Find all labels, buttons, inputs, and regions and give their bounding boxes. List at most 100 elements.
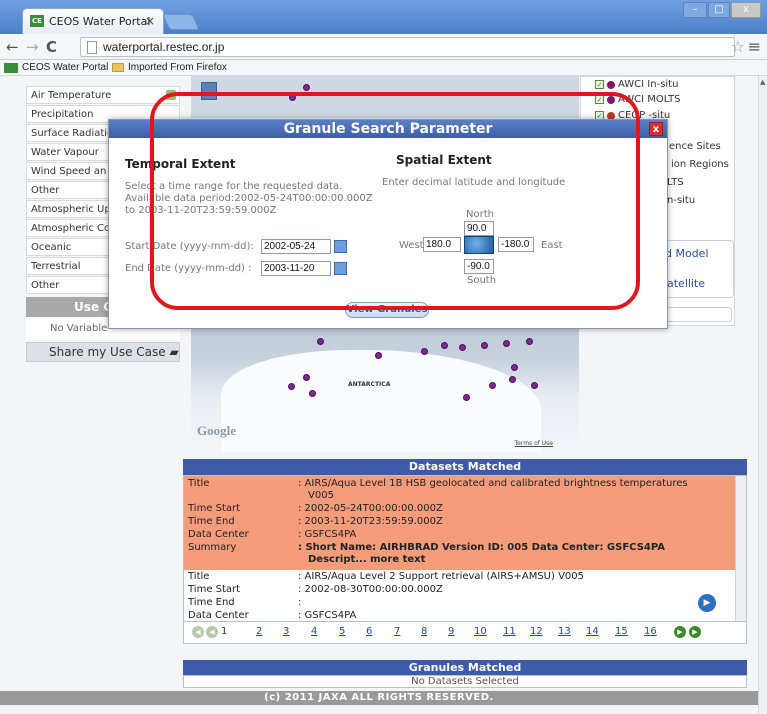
tab-close-icon[interactable]: × — [145, 14, 155, 28]
sidebar-item-label: Precipitation — [31, 109, 94, 120]
forward-arrow-icon[interactable]: → — [26, 38, 39, 56]
dialog-title: Granule Search Parameter — [109, 120, 667, 138]
scroll-up-arrow-icon[interactable]: ▲ — [760, 78, 765, 86]
calendar-icon[interactable] — [334, 262, 347, 275]
model-link[interactable]: d Model — [665, 247, 709, 260]
station-marker[interactable] — [489, 382, 496, 389]
maximize-button[interactable]: □ — [708, 2, 730, 18]
page-link[interactable]: 12 — [530, 626, 543, 637]
more-text-link[interactable]: Descript... more text — [308, 554, 738, 565]
terms-link[interactable]: Terms of Use — [515, 440, 553, 447]
field-value: : — [298, 597, 302, 608]
reload-icon[interactable]: C — [46, 38, 57, 56]
page-link[interactable]: 13 — [558, 626, 571, 637]
globe-icon[interactable] — [464, 236, 494, 254]
page-link[interactable]: 5 — [339, 626, 345, 637]
next-page-icon[interactable]: ▶ — [674, 626, 686, 638]
browser-tab[interactable]: CE CEOS Water Portal × — [22, 8, 164, 34]
page-link[interactable]: 2 — [256, 626, 262, 637]
satellite-link[interactable]: atellite — [667, 277, 705, 290]
station-marker[interactable] — [289, 94, 296, 101]
end-date-input[interactable]: 2003-11-20 — [261, 261, 331, 276]
page-link[interactable]: 16 — [644, 626, 657, 637]
west-longitude-input[interactable]: 180.0 — [423, 237, 461, 252]
field-key: Title — [188, 478, 210, 489]
checkbox-icon[interactable]: ✓ — [595, 80, 604, 89]
page-link[interactable]: 4 — [311, 626, 317, 637]
station-marker[interactable] — [421, 348, 428, 355]
page-link[interactable]: 9 — [448, 626, 454, 637]
page-scrollbar[interactable]: ▲ — [758, 76, 767, 714]
last-page-icon[interactable]: ▶ — [689, 626, 701, 638]
first-page-icon[interactable]: ◀ — [192, 626, 204, 638]
close-icon[interactable]: x — [649, 122, 663, 136]
station-marker[interactable] — [463, 394, 470, 401]
station-marker[interactable] — [459, 344, 466, 351]
station-marker[interactable] — [531, 382, 538, 389]
station-marker[interactable] — [441, 342, 448, 349]
calendar-icon[interactable] — [334, 240, 347, 253]
datasets-scrollbar[interactable] — [735, 476, 746, 621]
add-icon[interactable] — [166, 90, 176, 100]
layer-item[interactable]: ence Sites — [669, 141, 721, 152]
minimize-button[interactable]: – — [683, 2, 707, 18]
page-link[interactable]: 7 — [394, 626, 400, 637]
page-link[interactable]: 11 — [503, 626, 516, 637]
station-marker[interactable] — [503, 340, 510, 347]
play-icon[interactable]: ▶ — [698, 594, 716, 612]
page-link[interactable]: 3 — [283, 626, 289, 637]
start-date-label: Start Date (yyyy-mm-dd): — [125, 241, 254, 252]
layer-label: AWCI In-situ — [618, 79, 679, 90]
close-window-button[interactable]: x — [731, 2, 761, 18]
bookmark-star-icon[interactable]: ☆ — [731, 37, 745, 56]
layer-item[interactable]: ✓ AWCI In-situ — [595, 79, 678, 90]
prev-page-icon[interactable]: ◀ — [206, 626, 218, 638]
bookmark-folder-firefox[interactable]: Imported From Firefox — [112, 62, 227, 73]
station-marker[interactable] — [303, 84, 310, 91]
google-logo: Google — [197, 423, 236, 438]
menu-icon[interactable]: ≡ — [748, 37, 761, 56]
station-marker[interactable] — [509, 376, 516, 383]
station-marker[interactable] — [511, 364, 518, 371]
bookmarks-bar: CEOS Water Portal Imported From Firefox — [0, 60, 767, 76]
page-link[interactable]: 6 — [366, 626, 372, 637]
station-marker[interactable] — [309, 390, 316, 397]
sidebar-item-label: Other — [31, 280, 60, 291]
start-date-input[interactable]: 2002-05-24 — [261, 239, 331, 254]
back-arrow-icon[interactable]: ← — [6, 38, 19, 56]
station-marker[interactable] — [526, 338, 533, 345]
sidebar-item-air-temperature[interactable]: Air Temperature — [26, 86, 180, 104]
new-tab-button[interactable] — [162, 14, 200, 30]
map-view[interactable]: ANTARCTICA Google Terms of Use — [191, 320, 579, 452]
station-marker[interactable] — [317, 338, 324, 345]
page-link[interactable]: 15 — [615, 626, 628, 637]
east-longitude-input[interactable]: -180.0 — [498, 237, 534, 252]
layer-item[interactable]: n-situ — [667, 195, 695, 206]
map-region-label: ANTARCTICA — [348, 381, 391, 388]
map-top-strip[interactable] — [191, 76, 579, 118]
browser-toolbar: ← → C waterportal.restec.or.jp ☆ ≡ — [0, 34, 767, 60]
layer-item[interactable]: LTS — [667, 177, 684, 188]
station-marker[interactable] — [288, 383, 295, 390]
page-link[interactable]: 8 — [421, 626, 427, 637]
page-link[interactable]: 10 — [474, 626, 487, 637]
bookmark-ceos[interactable]: CEOS Water Portal — [4, 62, 108, 73]
page-link[interactable]: 14 — [586, 626, 599, 637]
temporal-description: Select a time range for the requested da… — [125, 181, 343, 192]
sidebar-item-label: Surface Radiatic — [31, 128, 113, 139]
station-marker[interactable] — [303, 374, 310, 381]
share-use-case-button[interactable]: Share my Use Case ▰ — [26, 342, 180, 362]
north-latitude-input[interactable]: 90.0 — [464, 221, 494, 236]
layer-item[interactable]: ion Regions — [671, 159, 729, 170]
checkbox-icon[interactable]: ✓ — [595, 95, 604, 104]
view-granules-button[interactable]: View Granules — [345, 302, 429, 318]
map-control-icon[interactable] — [201, 82, 217, 100]
station-marker[interactable] — [481, 342, 488, 349]
sidebar-item-label: Water Vapour — [31, 147, 99, 158]
address-bar[interactable]: waterportal.restec.or.jp — [80, 37, 735, 57]
granule-search-dialog: Granule Search Parameter x Temporal Exte… — [108, 119, 668, 329]
south-latitude-input[interactable]: -90.0 — [464, 259, 494, 274]
layer-item[interactable]: ✓ AWCI MOLTS — [595, 94, 680, 105]
window-controls: – □ x — [683, 2, 761, 18]
station-marker[interactable] — [375, 352, 382, 359]
